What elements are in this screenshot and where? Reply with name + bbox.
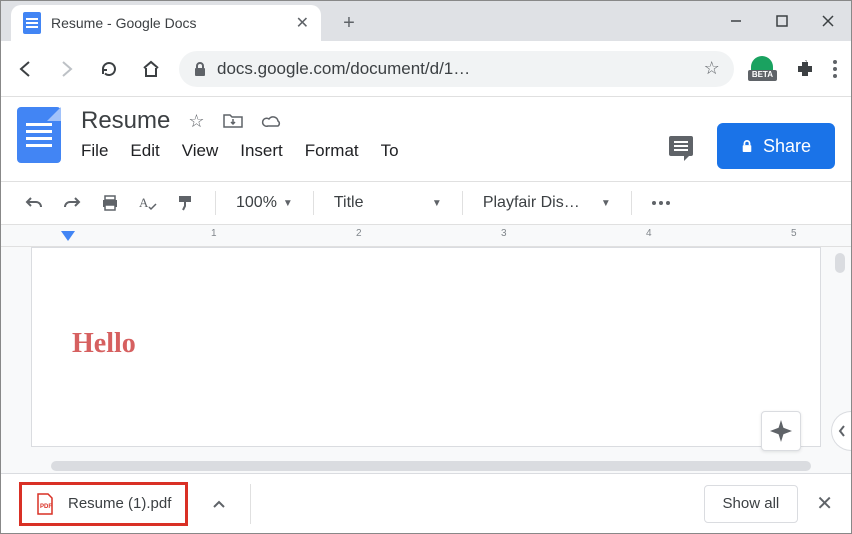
svg-text:A: A [139, 195, 149, 210]
menu-file[interactable]: File [81, 141, 108, 161]
extensions-icon[interactable] [791, 55, 819, 83]
document-heading: Hello [72, 328, 780, 360]
browser-titlebar: Resume - Google Docs ✕ + [1, 1, 851, 41]
downloads-bar: PDF Resume (1).pdf Show all ✕ [1, 473, 851, 533]
font-dropdown[interactable]: Playfair Dis…▼ [477, 194, 617, 212]
spellcheck-button[interactable]: A [133, 191, 163, 215]
back-button[interactable] [11, 55, 39, 83]
horizontal-scrollbar[interactable] [51, 461, 811, 471]
document-page[interactable]: Hello [31, 247, 821, 447]
move-document-icon[interactable] [223, 113, 243, 129]
svg-text:PDF: PDF [40, 504, 52, 510]
menu-edit[interactable]: Edit [130, 141, 159, 161]
close-window-button[interactable] [805, 1, 851, 41]
browser-tab[interactable]: Resume - Google Docs ✕ [11, 5, 321, 41]
download-options-button[interactable] [202, 487, 236, 521]
docs-favicon [23, 12, 41, 34]
download-chip[interactable]: PDF Resume (1).pdf [19, 482, 188, 526]
maximize-button[interactable] [759, 1, 805, 41]
share-button[interactable]: Share [717, 123, 835, 169]
vertical-scrollbar[interactable] [835, 253, 845, 273]
forward-button[interactable] [53, 55, 81, 83]
cloud-status-icon[interactable] [261, 113, 283, 129]
share-label: Share [763, 136, 811, 157]
minimize-button[interactable] [713, 1, 759, 41]
explore-button[interactable] [761, 411, 801, 451]
url-box[interactable]: docs.google.com/document/d/1… ☆ [179, 51, 734, 87]
paragraph-style-dropdown[interactable]: Title▼ [328, 194, 448, 212]
browser-menu-button[interactable] [833, 60, 837, 78]
side-panel-toggle[interactable] [831, 411, 851, 451]
tab-title: Resume - Google Docs [51, 15, 286, 31]
reload-button[interactable] [95, 55, 123, 83]
comments-icon[interactable] [669, 136, 693, 156]
ruler[interactable]: 1 2 3 4 5 [1, 225, 851, 247]
lock-icon [193, 61, 207, 77]
bookmark-star-icon[interactable]: ☆ [704, 58, 720, 79]
sparkle-icon [770, 420, 792, 442]
docs-toolbar: A 100%▼ Title▼ Playfair Dis…▼ [1, 181, 851, 225]
url-text: docs.google.com/document/d/1… [217, 59, 694, 79]
undo-button[interactable] [19, 192, 49, 214]
menu-format[interactable]: Format [305, 141, 359, 161]
new-tab-button[interactable]: + [335, 9, 363, 37]
close-tab-icon[interactable]: ✕ [296, 13, 309, 33]
paint-format-button[interactable] [171, 191, 201, 215]
menu-insert[interactable]: Insert [240, 141, 283, 161]
docs-header: Resume ☆ File Edit View Insert Format To [1, 97, 851, 181]
window-controls [713, 1, 851, 41]
docs-logo-icon[interactable] [17, 107, 61, 163]
menu-tools[interactable]: To [381, 141, 399, 161]
home-button[interactable] [137, 55, 165, 83]
download-file-name: Resume (1).pdf [68, 495, 171, 512]
star-document-icon[interactable]: ☆ [188, 111, 204, 132]
indent-marker-icon[interactable] [61, 231, 75, 241]
address-bar: docs.google.com/document/d/1… ☆ BETA [1, 41, 851, 97]
close-downloads-bar-button[interactable]: ✕ [816, 491, 833, 516]
beta-extension-icon[interactable]: BETA [748, 56, 777, 81]
show-all-downloads-button[interactable]: Show all [704, 485, 799, 523]
pdf-icon: PDF [36, 493, 54, 515]
separator [250, 484, 251, 524]
redo-button[interactable] [57, 192, 87, 214]
menu-bar: File Edit View Insert Format To [81, 141, 399, 161]
print-button[interactable] [95, 191, 125, 215]
document-canvas: Hello [1, 247, 851, 473]
toolbar-more-button[interactable] [646, 201, 676, 205]
zoom-dropdown[interactable]: 100%▼ [230, 194, 299, 212]
menu-view[interactable]: View [182, 141, 219, 161]
document-title[interactable]: Resume [81, 107, 170, 135]
